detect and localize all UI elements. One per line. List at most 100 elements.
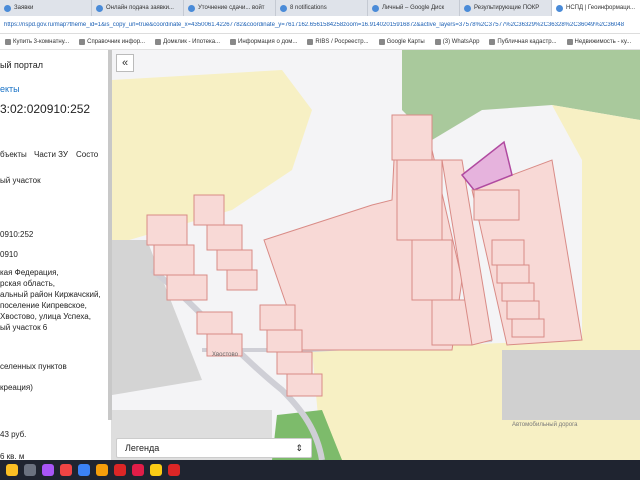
land-parcel[interactable] (259, 304, 296, 331)
address-line: рская область, (0, 279, 55, 288)
cadastral-short: 0910:252 (0, 230, 34, 239)
cadastral-map[interactable]: Хвостово (112, 50, 640, 460)
bookmark-label: RIBS / Росреестр... (315, 38, 369, 45)
tab-favicon-icon (464, 4, 471, 12)
app-icon[interactable] (114, 464, 126, 476)
tab-nspd[interactable]: НСПД | Геоинформаци... (552, 0, 640, 16)
land-parcel[interactable] (496, 264, 530, 284)
bookmark-icon (489, 38, 496, 45)
bookmark-label: Справочник инфор... (87, 38, 146, 45)
object-type: ый участок (0, 176, 41, 185)
bookmark-item[interactable]: Справочник инфор... (74, 38, 150, 45)
land-parcel[interactable] (206, 224, 243, 251)
land-parcel[interactable] (491, 239, 525, 266)
tab-state[interactable]: Состо (76, 150, 98, 159)
browser-icon[interactable] (78, 464, 90, 476)
tab-label: 8 notifications (290, 5, 327, 11)
land-parcel[interactable] (146, 214, 188, 246)
bookmark-item[interactable]: Домклик - Ипотека... (150, 38, 225, 45)
land-parcel[interactable] (511, 318, 545, 338)
bookmark-item[interactable]: Недвижимость - ку... (562, 38, 637, 45)
tab-parts[interactable]: Части ЗУ (34, 150, 68, 159)
land-parcel[interactable] (166, 274, 208, 301)
collapse-panel-button[interactable]: « (116, 54, 134, 72)
map-attribution: Автомобильный дорога (512, 422, 578, 428)
browser-tab-bar: Заявки Онлайн подача заявки... Уточнение… (0, 0, 640, 16)
land-parcel[interactable] (286, 373, 323, 397)
land-parcel[interactable] (276, 351, 313, 375)
app-icon[interactable] (42, 464, 54, 476)
land-parcel[interactable] (226, 269, 258, 291)
land-parcel[interactable] (396, 159, 443, 241)
cadastral-cost: 43 руб. (0, 430, 27, 439)
land-parcel[interactable] (266, 329, 303, 353)
cadastral-number: 3:02:020910:252 (0, 102, 91, 116)
quarter-number: 0910 (0, 250, 18, 259)
bookmark-label: Домклик - Ипотека... (163, 38, 221, 45)
tab-zayavki[interactable]: Заявки (0, 0, 92, 16)
village-label: Хвостово (212, 352, 239, 358)
url-text[interactable]: https://nspd.gov.ru/map?theme_id=1&is_co… (0, 22, 640, 28)
address-line: поселение Кипревское, (0, 301, 87, 310)
bookmark-item[interactable]: (3) WhatsApp (430, 38, 485, 45)
land-parcel[interactable] (473, 189, 520, 221)
app-icon[interactable] (150, 464, 162, 476)
bookmark-icon (5, 38, 11, 45)
app-icon[interactable] (60, 464, 72, 476)
bookmark-item[interactable]: Публичная кадастр... (484, 38, 561, 45)
tab-favicon-icon (188, 4, 195, 12)
bookmark-item[interactable]: Google Карты (374, 38, 430, 45)
map-canvas[interactable]: Хвостово (112, 50, 640, 460)
bookmark-icon (79, 38, 86, 45)
bookmark-item[interactable]: Информация о дом... (225, 38, 302, 45)
address-line: кая Федерация, (0, 268, 59, 277)
objects-link[interactable]: екты (0, 84, 20, 94)
tab-utochnenie[interactable]: Уточнение сдачи... войт (184, 0, 276, 16)
search-icon[interactable] (24, 464, 36, 476)
tab-favicon-icon (96, 4, 103, 12)
bookmark-item[interactable]: RIBS / Росреестр... (302, 38, 373, 45)
app-icon[interactable] (132, 464, 144, 476)
land-parcel[interactable] (501, 282, 535, 302)
tab-label: Личный – Google Диск (382, 5, 445, 11)
tab-google-drive[interactable]: Личный – Google Диск (368, 0, 460, 16)
address-bar[interactable]: https://nspd.gov.ru/map?theme_id=1&is_co… (0, 16, 640, 34)
bookmark-label: (3) WhatsApp (442, 38, 480, 45)
land-parcel[interactable] (506, 300, 540, 320)
tab-favicon-icon (556, 4, 563, 12)
tab-label: Онлайн подача заявки... (106, 5, 174, 11)
tab-notifications[interactable]: 8 notifications (276, 0, 368, 16)
land-parcel[interactable] (196, 311, 233, 335)
folder-icon[interactable] (96, 464, 108, 476)
tab-label: Уточнение сдачи... войт (198, 5, 265, 11)
app-icon[interactable] (168, 464, 180, 476)
bookmark-icon (307, 38, 314, 45)
land-area: 6 кв. м (0, 452, 25, 460)
land-parcel[interactable] (153, 244, 195, 276)
legend-dropdown[interactable]: Легенда ⇕ (116, 438, 312, 458)
bookmark-item[interactable]: Купить 3-комнатну... (0, 38, 74, 45)
widgets-icon[interactable] (6, 464, 18, 476)
tab-favicon-icon (372, 4, 379, 12)
bookmarks-bar: Купить 3-комнатну... Справочник инфор...… (0, 34, 640, 50)
bookmark-label: Купить 3-комнатну... (13, 38, 70, 45)
tab-online[interactable]: Онлайн подача заявки... (92, 0, 184, 16)
address-line: альный район Киржачский, (0, 290, 101, 299)
chevron-double-left-icon: « (121, 57, 129, 69)
land-parcel[interactable] (411, 239, 453, 301)
portal-title: ый портал (0, 60, 43, 70)
gray-zone (502, 350, 640, 420)
tab-objects[interactable]: бъекты (0, 150, 27, 159)
land-parcel[interactable] (391, 114, 433, 161)
tab-results[interactable]: Результирующие ПОКР (460, 0, 552, 16)
bookmark-label: Информация о дом... (238, 38, 298, 45)
bookmark-icon (230, 38, 237, 45)
land-parcel[interactable] (216, 249, 253, 271)
tab-label: Результирующие ПОКР (474, 5, 540, 11)
bookmark-icon (566, 38, 573, 45)
land-parcel[interactable] (193, 194, 225, 226)
bookmark-label: Google Карты (386, 38, 425, 45)
legend-label: Легенда (125, 443, 160, 453)
tab-favicon-icon (280, 4, 287, 12)
address-line: ый участок 6 (0, 323, 48, 332)
